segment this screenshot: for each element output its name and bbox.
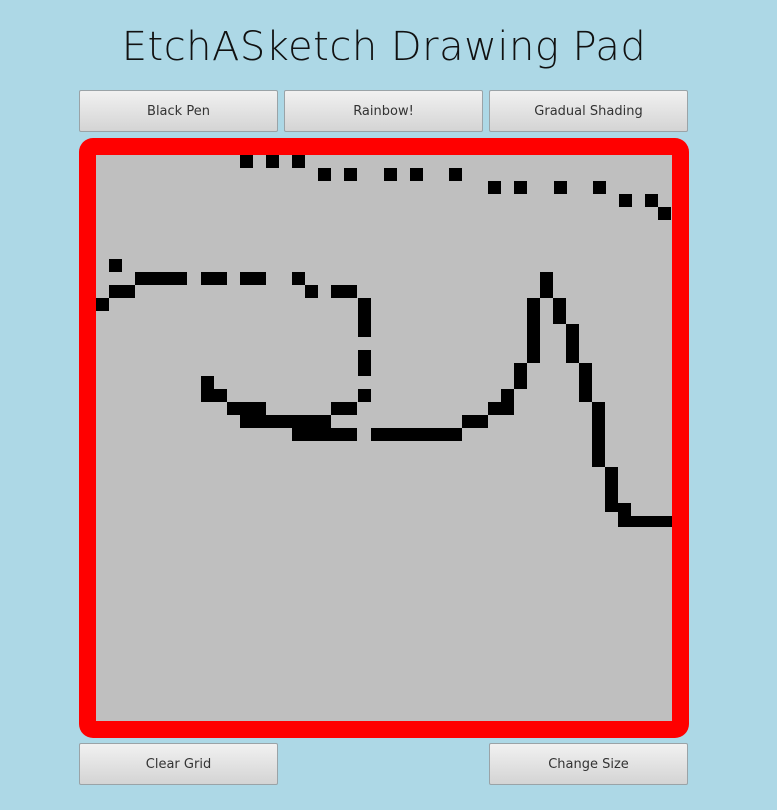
page-title: EtchASketch Drawing Pad (121, 24, 647, 70)
etch-a-sketch-app: EtchASketch Drawing Pad Black Pen Rainbo… (0, 0, 777, 810)
sketch-drawing (96, 155, 672, 527)
clear-grid-button[interactable]: Clear Grid (79, 743, 278, 785)
rainbow-button[interactable]: Rainbow! (284, 90, 483, 132)
drawing-grid[interactable] (96, 155, 672, 721)
black-pen-button[interactable]: Black Pen (79, 90, 278, 132)
change-size-button[interactable]: Change Size (489, 743, 688, 785)
drawn-cells (96, 155, 672, 527)
gradual-shading-button[interactable]: Gradual Shading (489, 90, 688, 132)
